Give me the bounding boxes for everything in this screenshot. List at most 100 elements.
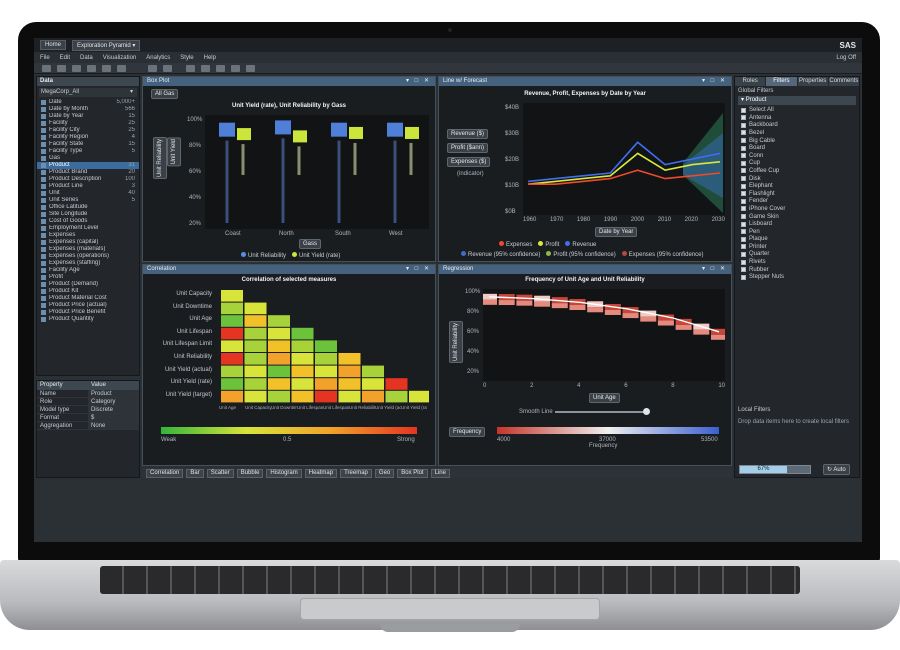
viz-type-button[interactable]: Bar [186, 468, 204, 478]
menu-edit[interactable]: Edit [60, 55, 70, 61]
filter-checkbox[interactable] [741, 274, 746, 280]
filter-checkbox[interactable] [741, 176, 746, 182]
line-forecast-header[interactable]: Line w/ Forecast ▾ □ ✕ [439, 77, 731, 86]
revenue-button[interactable]: Revenue ($) [447, 129, 489, 139]
viz-type-button[interactable]: Histogram [266, 468, 302, 478]
data-item[interactable]: Date by Month 566 [37, 106, 139, 113]
filter-item[interactable]: Board [735, 144, 859, 152]
viz-type-button[interactable]: Line [430, 468, 450, 478]
filter-checkbox[interactable] [741, 267, 746, 273]
filter-checkbox[interactable] [741, 122, 746, 128]
filter-item[interactable]: Fender [735, 198, 859, 206]
data-item[interactable]: Profit [37, 274, 139, 281]
menu-style[interactable]: Style [180, 55, 193, 61]
filter-item[interactable]: Big Cable [735, 137, 859, 145]
data-source-select[interactable]: MegaCorp_All ▾ [39, 88, 137, 97]
pan-icon[interactable] [163, 64, 172, 72]
data-item[interactable]: Facility Type 5 [37, 148, 139, 155]
data-item[interactable]: Office Latitude [37, 204, 139, 211]
cut-icon[interactable] [102, 64, 111, 72]
filter-item[interactable]: Backboard [735, 122, 859, 130]
property-row[interactable]: Name Product [37, 390, 139, 398]
filter-item[interactable]: Antenna [735, 114, 859, 122]
layout-column-icon[interactable] [231, 64, 240, 72]
data-item[interactable]: Expenses [37, 232, 139, 239]
data-item[interactable]: Product Line 3 [37, 183, 139, 190]
filter-checkbox[interactable] [741, 221, 746, 227]
profit-button[interactable]: Profit ($ann) [447, 143, 489, 153]
filter-checkbox[interactable] [741, 191, 746, 197]
tab-filters[interactable]: Filters [766, 77, 797, 86]
filter-checkbox[interactable] [741, 206, 746, 212]
filter-tab-all-gas[interactable]: All Gas [151, 89, 179, 99]
data-item[interactable]: Product Price Benefit [37, 309, 139, 316]
menu-help[interactable]: Help [204, 55, 216, 61]
data-item[interactable]: Expenses (operations) [37, 253, 139, 260]
date-by-year-button[interactable]: Date by Year [595, 227, 638, 237]
filter-checkbox[interactable] [741, 168, 746, 174]
pointer-icon[interactable] [148, 64, 157, 72]
filter-item[interactable]: Elephant [735, 182, 859, 190]
product-filter-header[interactable]: ▾ Product [738, 96, 856, 105]
data-item[interactable]: Gas [37, 155, 139, 162]
filter-item[interactable]: Printer [735, 243, 859, 251]
filter-checkbox[interactable] [741, 244, 746, 250]
filter-checkbox[interactable] [741, 160, 746, 166]
data-item[interactable]: Facility 25 [37, 120, 139, 127]
layout-stack-icon[interactable] [216, 64, 225, 72]
panel-controls-icon[interactable]: ▾ □ ✕ [406, 265, 435, 274]
filter-item[interactable]: Game Skin [735, 213, 859, 221]
gass-button[interactable]: Gass [299, 239, 322, 249]
panel-controls-icon[interactable]: ▾ □ ✕ [702, 265, 731, 274]
data-item[interactable]: Site Longitude [37, 211, 139, 218]
filter-checkbox[interactable] [741, 183, 746, 189]
filter-checkbox[interactable] [741, 259, 746, 265]
filter-item[interactable]: Pen [735, 228, 859, 236]
data-item[interactable]: Facility State 15 [37, 141, 139, 148]
select-all-row[interactable]: Select All [735, 106, 859, 114]
data-item[interactable]: Product Price (actual) [37, 302, 139, 309]
tab-comments[interactable]: Comments [828, 77, 859, 86]
filter-item[interactable]: Stepper Nuts [735, 273, 859, 281]
tab-roles[interactable]: Roles [735, 77, 766, 86]
filter-item[interactable]: Bezel [735, 129, 859, 137]
data-item[interactable]: Employment Level [37, 225, 139, 232]
data-item[interactable]: Product Kit [37, 288, 139, 295]
filter-item[interactable]: Lisboard [735, 220, 859, 228]
new-icon[interactable] [42, 64, 51, 72]
data-item[interactable]: Product (Demand) [37, 281, 139, 288]
filter-item[interactable]: Quarter [735, 251, 859, 259]
data-item[interactable]: Facility City 25 [37, 127, 139, 134]
data-item[interactable]: Product Material Cost [37, 295, 139, 302]
menu-data[interactable]: Data [80, 55, 93, 61]
layout-tile-icon[interactable] [201, 64, 210, 72]
data-item[interactable]: Expenses (staffing) [37, 260, 139, 267]
redo-icon[interactable] [87, 64, 96, 72]
expenses-button[interactable]: Expenses ($) [447, 157, 491, 167]
filter-item[interactable]: Cup [735, 160, 859, 168]
data-item[interactable]: Product Quantity [37, 316, 139, 323]
filter-item[interactable]: Conn [735, 152, 859, 160]
data-item[interactable]: Unit 40 [37, 190, 139, 197]
data-item[interactable]: Product Description 100 [37, 176, 139, 183]
viz-type-button[interactable]: Treemap [340, 468, 372, 478]
property-row[interactable]: Role Category [37, 398, 139, 406]
data-item[interactable]: Date by Year 15 [37, 113, 139, 120]
unit-reliability-axis-button[interactable]: Unit Reliability [449, 321, 463, 364]
unit-yield-button[interactable]: Unit Yield [167, 137, 181, 167]
filter-item[interactable]: Rubber [735, 266, 859, 274]
smooth-line-slider[interactable] [555, 411, 645, 413]
filter-checkbox[interactable] [741, 138, 746, 144]
viz-type-button[interactable]: Box Plot [397, 468, 428, 478]
data-item[interactable]: Unit Series 5 [37, 197, 139, 204]
viz-type-button[interactable]: Correlation [146, 468, 184, 478]
menu-file[interactable]: File [40, 55, 50, 61]
data-item[interactable]: Expenses (capital) [37, 239, 139, 246]
undo-icon[interactable] [72, 64, 81, 72]
regression-header[interactable]: Regression ▾ □ ✕ [439, 265, 731, 274]
panel-controls-icon[interactable]: ▾ □ ✕ [406, 77, 435, 86]
data-item[interactable]: Cost of Goods [37, 218, 139, 225]
filter-checkbox[interactable] [741, 229, 746, 235]
filter-checkbox[interactable] [741, 214, 746, 220]
filter-checkbox[interactable] [741, 236, 746, 242]
